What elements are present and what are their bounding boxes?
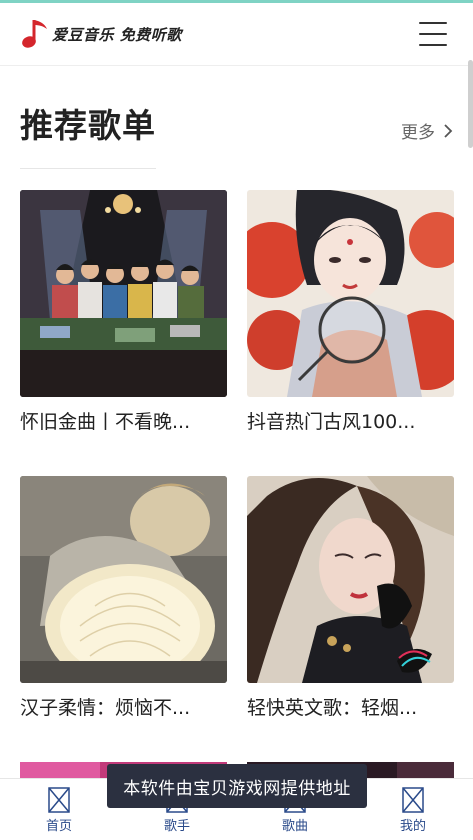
nav-mine[interactable]: 我的 [373, 787, 453, 834]
playlist-title[interactable]: 怀旧金曲丨不看晚... [20, 409, 227, 435]
playlist-card[interactable]: 抖音热门古风100... [247, 190, 454, 435]
toast-message: 本软件由宝贝游戏网提供地址 [107, 764, 367, 808]
playlist-card[interactable]: 怀旧金曲丨不看晚... [20, 190, 227, 435]
hamburger-menu-icon[interactable] [419, 22, 447, 46]
playlist-cover[interactable] [20, 476, 227, 683]
broken-image-icon [402, 787, 424, 813]
playlist-cover[interactable] [247, 190, 454, 397]
playlist-cover[interactable] [20, 190, 227, 397]
chevron-right-icon [444, 123, 453, 138]
playlist-card[interactable]: 汉子柔情：烦恼不... [20, 476, 227, 721]
scrollbar[interactable] [468, 60, 473, 148]
playlist-card[interactable]: 轻快英文歌：轻烟... [247, 476, 454, 721]
section-title-underline [20, 168, 156, 169]
nav-label: 歌曲 [281, 819, 308, 834]
app-logo[interactable]: 爱豆音乐 免费听歌 [20, 17, 182, 51]
music-note-icon [20, 17, 50, 51]
playlist-title[interactable]: 抖音热门古风100... [247, 409, 454, 435]
recommended-playlists-header: 推荐歌单 更多 [20, 106, 453, 169]
broken-image-icon [48, 787, 70, 813]
nav-label: 首页 [45, 819, 72, 834]
logo-text: 爱豆音乐 免费听歌 [52, 25, 182, 44]
more-label: 更多 [401, 123, 435, 143]
nav-home[interactable]: 首页 [19, 787, 99, 834]
playlist-title[interactable]: 汉子柔情：烦恼不... [20, 695, 227, 721]
playlist-title[interactable]: 轻快英文歌：轻烟... [247, 695, 454, 721]
app-header: 爱豆音乐 免费听歌 [0, 3, 473, 66]
playlist-cover[interactable] [247, 476, 454, 683]
nav-label: 我的 [399, 819, 426, 834]
more-link[interactable]: 更多 [401, 118, 453, 143]
nav-label: 歌手 [163, 819, 190, 834]
section-title: 推荐歌单 [20, 106, 156, 145]
